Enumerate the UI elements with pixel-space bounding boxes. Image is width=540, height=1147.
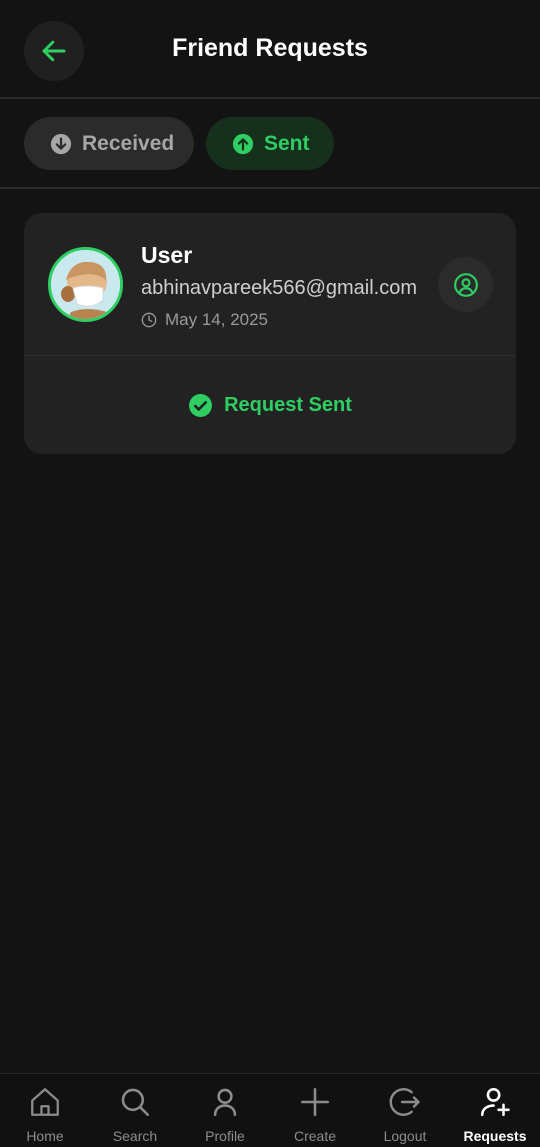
tab-sent[interactable]: Sent (206, 117, 334, 170)
nav-logout[interactable]: Logout (360, 1074, 450, 1147)
header: Friend Requests (0, 0, 540, 99)
profile-icon (207, 1084, 243, 1120)
nav-create-label: Create (293, 1128, 337, 1144)
nav-requests[interactable]: Requests (450, 1074, 540, 1147)
user-add-icon (477, 1084, 513, 1120)
nav-search[interactable]: Search (90, 1074, 180, 1147)
user-name: User (141, 242, 193, 268)
nav-home[interactable]: Home (0, 1074, 90, 1147)
request-card: User abhinavpareek566@gmail.com May 14, … (24, 213, 516, 454)
user-email: abhinavpareek566@gmail.com (141, 277, 418, 299)
request-tabs: Received Sent (0, 100, 540, 189)
nav-create[interactable]: Create (270, 1074, 360, 1147)
home-icon (27, 1084, 63, 1120)
user-circle-icon (453, 272, 478, 297)
arrow-up-circle-icon (232, 133, 254, 155)
nav-profile[interactable]: Profile (180, 1074, 270, 1147)
card-divider (24, 355, 516, 356)
nav-home-label: Home (26, 1128, 64, 1144)
bottom-nav: Home Search Profile Create Logout Reques… (0, 1073, 540, 1147)
tab-received-label: Received (82, 131, 175, 155)
nav-logout-label: Logout (383, 1128, 427, 1144)
nav-requests-label: Requests (463, 1128, 527, 1144)
nav-profile-label: Profile (205, 1128, 245, 1144)
search-icon (117, 1084, 153, 1120)
arrow-down-circle-icon (50, 133, 72, 155)
avatar[interactable] (48, 247, 123, 322)
plus-icon (297, 1084, 333, 1120)
page-title: Friend Requests (172, 34, 368, 62)
clock-icon (141, 312, 157, 328)
check-circle-icon (189, 394, 213, 417)
request-status: Request Sent (24, 393, 516, 418)
request-date: May 14, 2025 (141, 310, 268, 330)
tab-received[interactable]: Received (24, 117, 194, 170)
logout-icon (387, 1084, 423, 1120)
tab-sent-label: Sent (264, 131, 310, 155)
nav-search-label: Search (112, 1128, 158, 1144)
request-status-label: Request Sent (224, 394, 352, 416)
avatar-image (51, 250, 120, 319)
view-profile-button[interactable] (438, 257, 493, 312)
request-date-label: May 14, 2025 (165, 310, 269, 329)
